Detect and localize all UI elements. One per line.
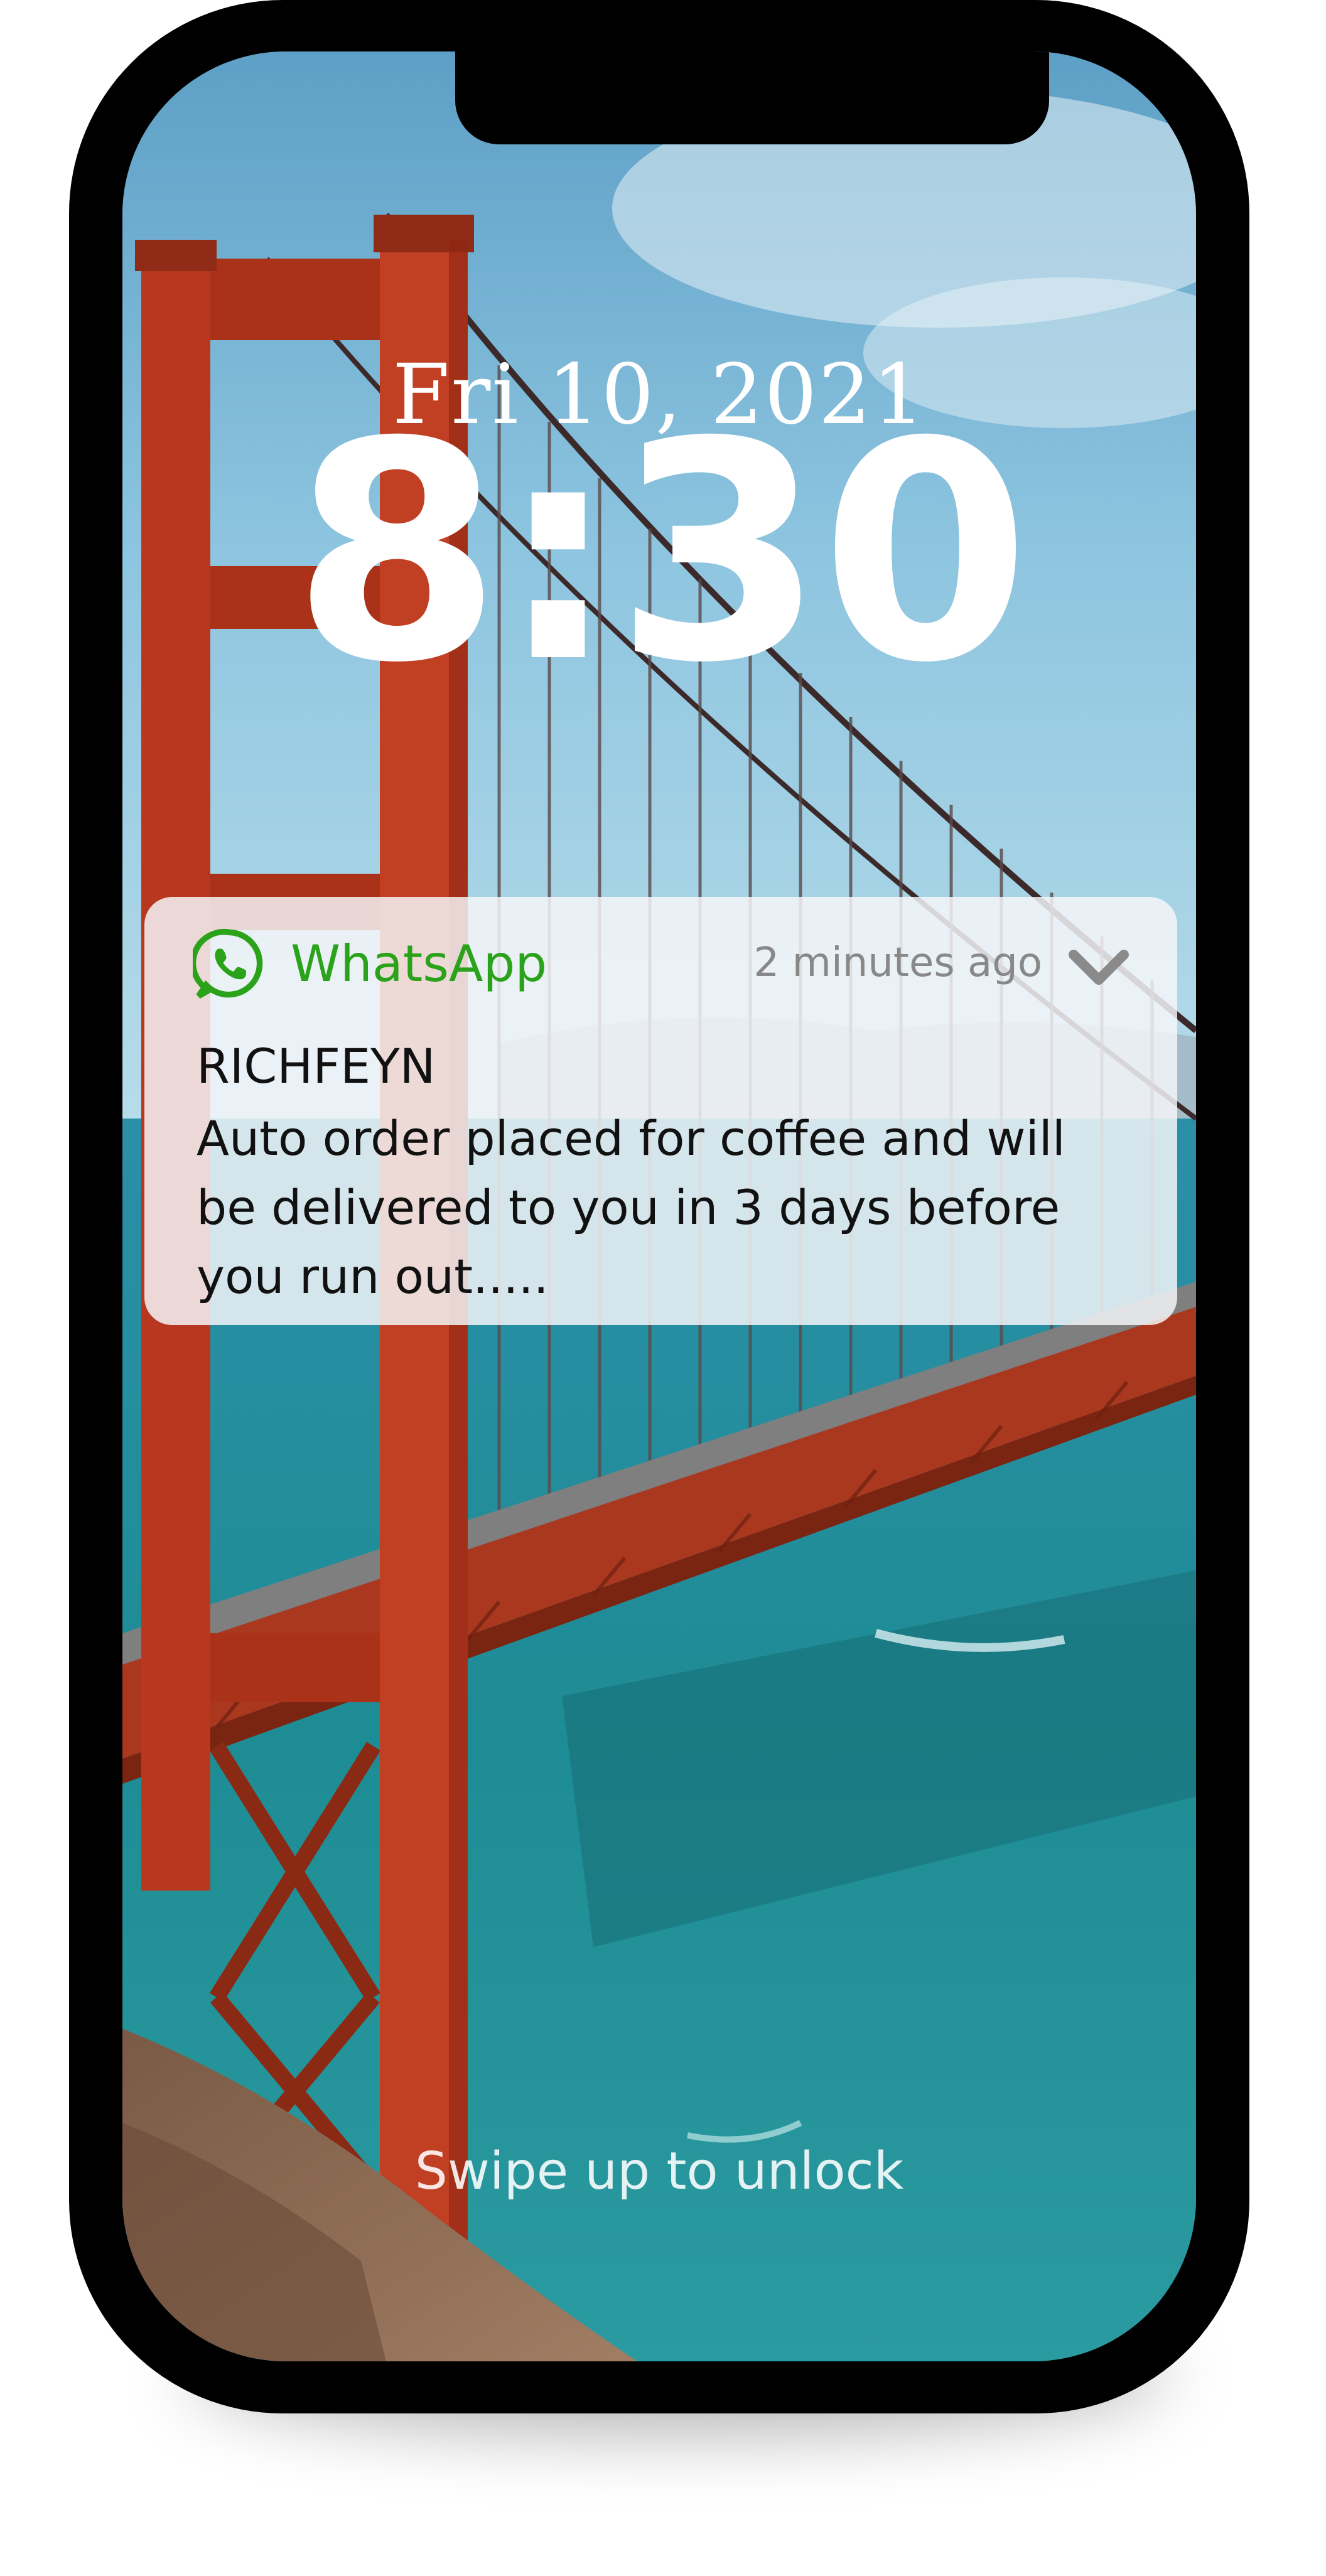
phone-frame: Fri 10, 2021 8:30 WhatsApp 2 minutes ago… [69, 0, 1249, 2413]
notification-sender: RICHFEYN [197, 1038, 436, 1094]
notification-timestamp: 2 minutes ago [753, 940, 1042, 986]
notification-card[interactable]: WhatsApp 2 minutes ago RICHFEYN Auto ord… [144, 897, 1177, 1325]
notch [455, 51, 1049, 144]
notification-app-name: WhatsApp [291, 934, 547, 993]
chevron-down-icon[interactable] [1067, 947, 1130, 987]
stage: Fri 10, 2021 8:30 WhatsApp 2 minutes ago… [0, 0, 1326, 2576]
notification-message: Auto order placed for coffee and will be… [197, 1110, 1065, 1304]
notification-header: WhatsApp [193, 926, 547, 1001]
swipe-unlock-hint[interactable]: Swipe up to unlock [122, 2142, 1196, 2201]
whatsapp-icon [193, 928, 263, 999]
lock-screen[interactable]: Fri 10, 2021 8:30 WhatsApp 2 minutes ago… [122, 51, 1196, 2361]
lock-time: 8:30 [292, 378, 1030, 729]
